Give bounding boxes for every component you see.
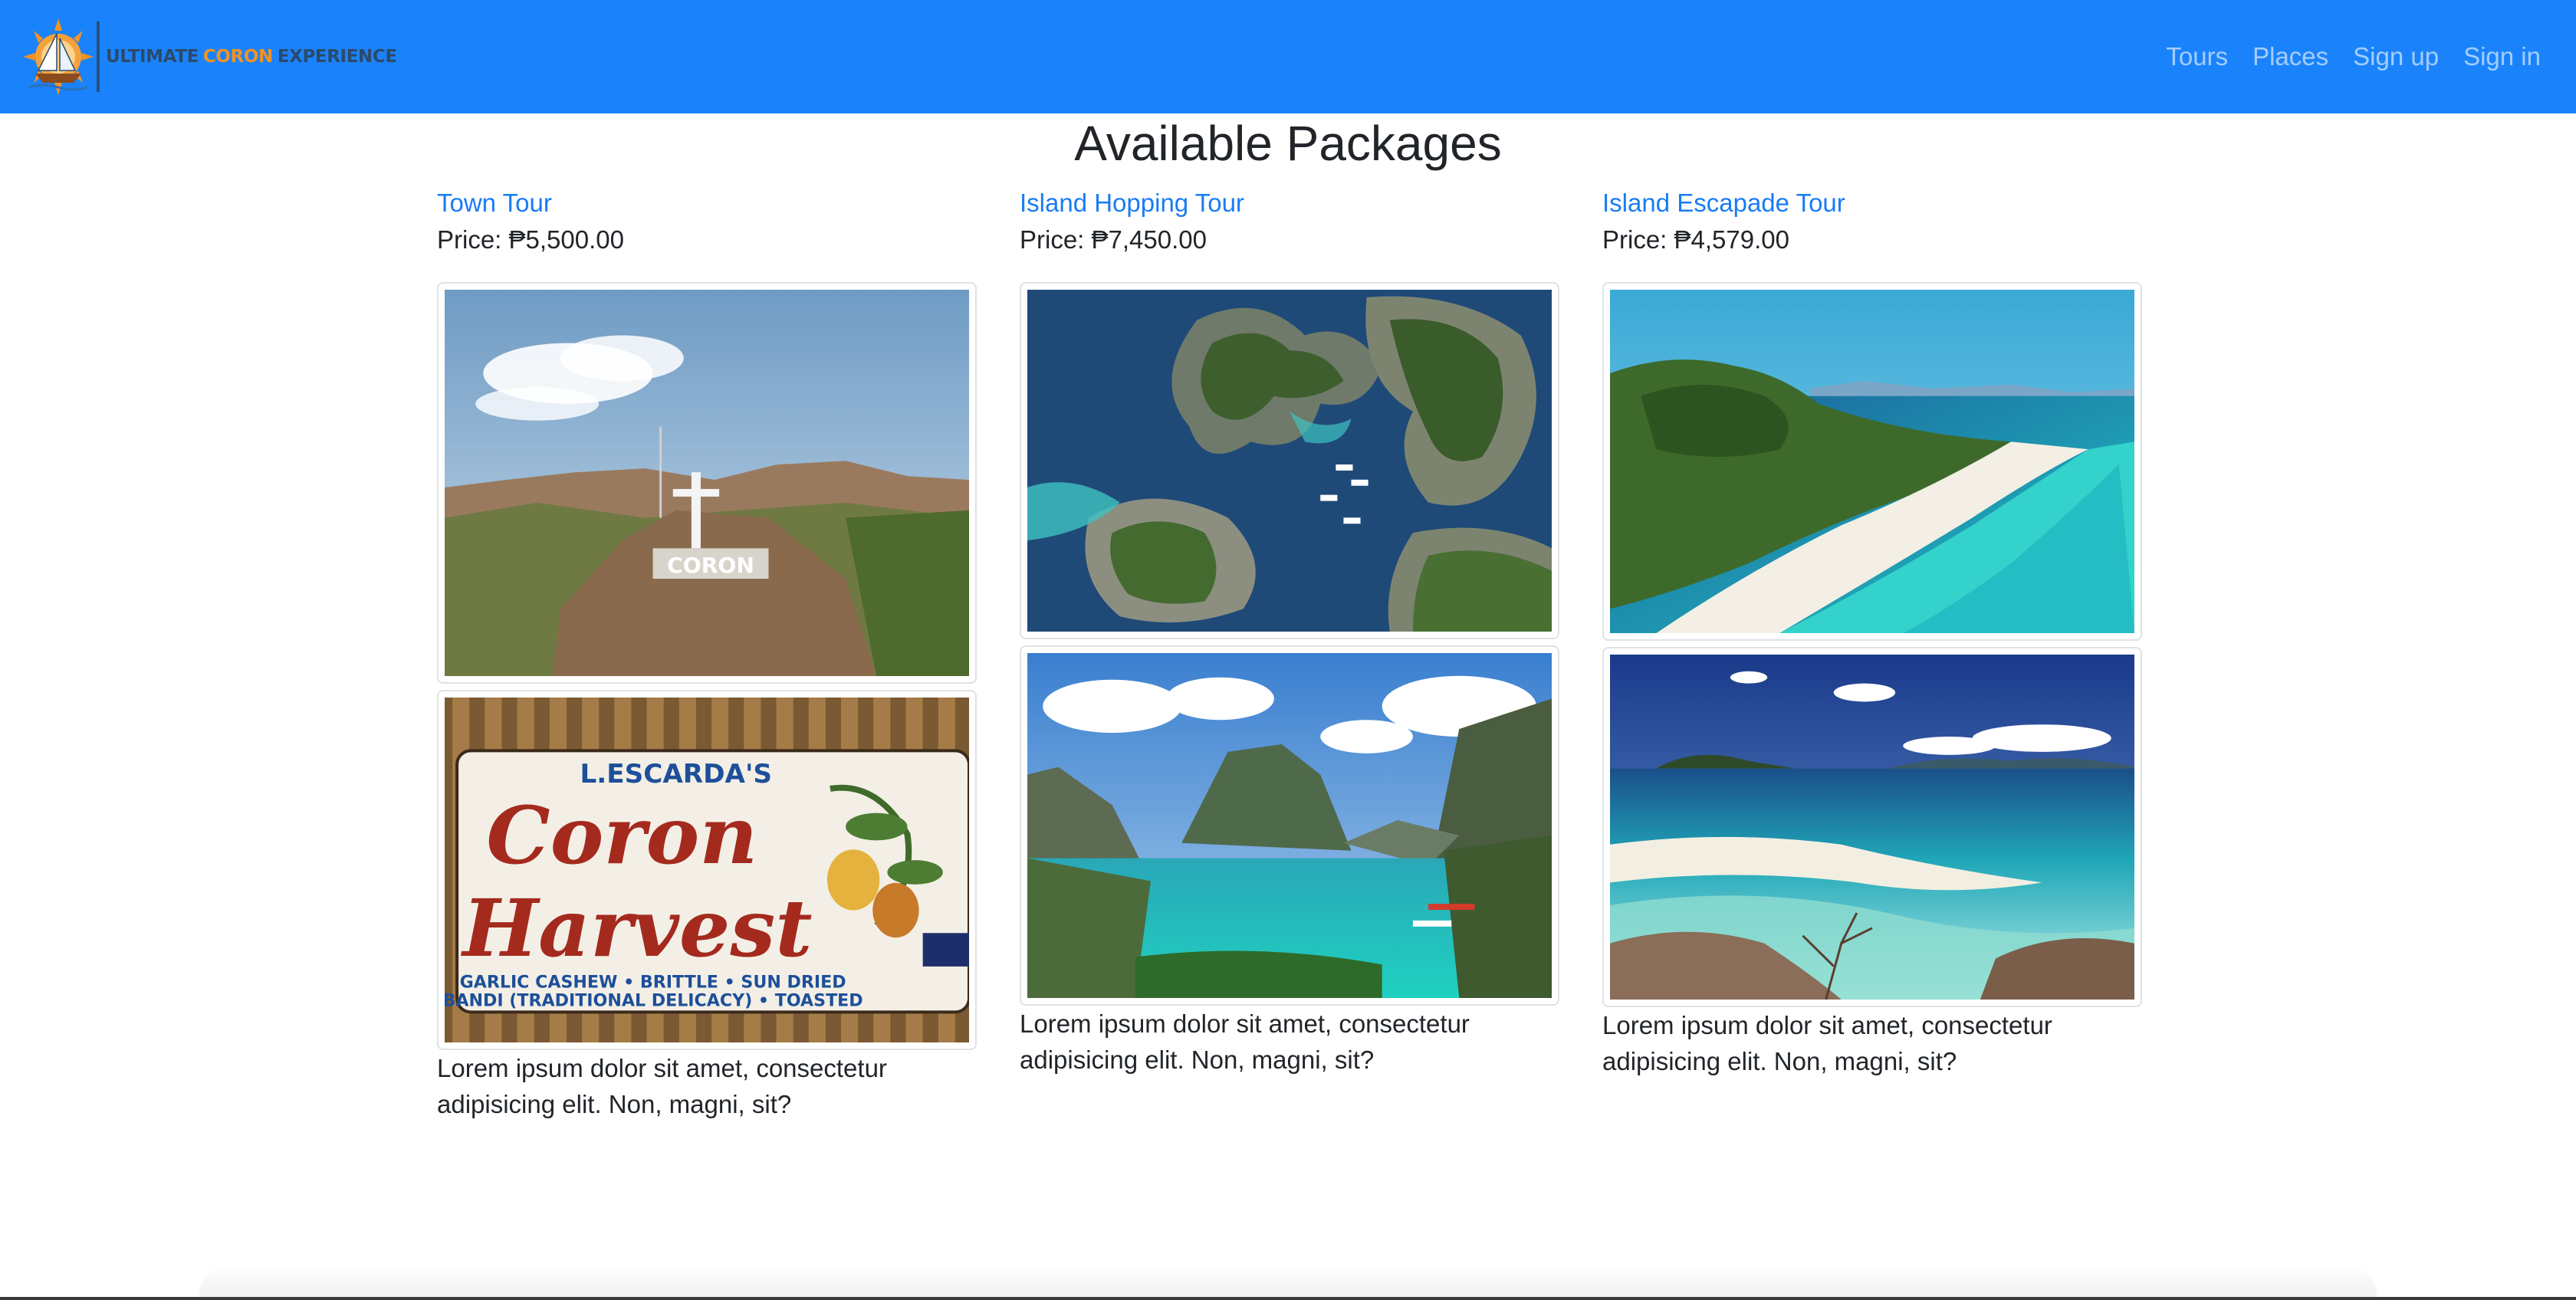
- aerial-lagoon-islands-photo-icon: [1027, 290, 1552, 632]
- navbar: ULTIMATE CORON EXPERIENCE Tours Places S…: [0, 0, 2576, 113]
- package-price: Price: ₱5,500.00: [437, 225, 624, 254]
- svg-text:CORON: CORON: [667, 553, 754, 578]
- page-title: Available Packages: [1074, 116, 1502, 171]
- nav-link-tours[interactable]: Tours: [2166, 42, 2228, 71]
- kayangan-lake-photo-icon: [1027, 653, 1552, 998]
- svg-text:GARLIC CASHEW • BRITTLE • SUN: GARLIC CASHEW • BRITTLE • SUN DRIED: [460, 973, 846, 993]
- package-description: Lorem ipsum dolor sit amet, consectetur …: [1020, 1009, 1470, 1074]
- brand-divider: [97, 21, 100, 92]
- package-image-sandbar[interactable]: [1602, 647, 2142, 1007]
- package-description: Lorem ipsum dolor sit amet, consectetur …: [437, 1054, 887, 1118]
- package-price: Price: ₱7,450.00: [1020, 225, 1207, 254]
- package-image-white-sand-beach[interactable]: [1602, 282, 2142, 641]
- sailboat-sun-logo-icon: [21, 17, 95, 97]
- package-card-island-escapade-tour: Island Escapade Tour Price: ₱4,579.00 Lo…: [1602, 187, 2142, 1075]
- nav-link-sign-in[interactable]: Sign in: [2463, 42, 2541, 71]
- package-image-coron-harvest[interactable]: L.ESCARDA'S Coron Harvest GARLIC CASHEW …: [437, 690, 977, 1050]
- package-card-town-tour: Town Tour Price: ₱5,500.00 CORON L.ESCAR…: [437, 187, 977, 1118]
- footer-shadow: [199, 1265, 2377, 1300]
- coron-harvest-sign-photo-icon: L.ESCARDA'S Coron Harvest GARLIC CASHEW …: [445, 698, 969, 1042]
- window-bottom-border: [0, 1297, 2576, 1300]
- nav-link-sign-up[interactable]: Sign up: [2353, 42, 2439, 71]
- package-image-coron-hill[interactable]: CORON: [437, 282, 977, 684]
- package-link-island-escapade-tour[interactable]: Island Escapade Tour: [1602, 187, 2142, 222]
- svg-text:Harvest: Harvest: [460, 882, 812, 975]
- sandbar-shallow-sea-photo-icon: [1610, 655, 2134, 1000]
- package-price: Price: ₱4,579.00: [1602, 225, 1789, 254]
- white-sand-beach-aerial-photo-icon: [1610, 290, 2134, 633]
- nav-link-places[interactable]: Places: [2252, 42, 2328, 71]
- package-link-island-hopping-tour[interactable]: Island Hopping Tour: [1020, 187, 1559, 222]
- svg-text:Coron: Coron: [486, 790, 757, 882]
- brand-name: ULTIMATE CORON EXPERIENCE: [106, 47, 397, 67]
- package-card-island-hopping-tour: Island Hopping Tour Price: ₱7,450.00 Lor…: [1020, 187, 1559, 1074]
- coron-hill-sign-photo-icon: CORON: [445, 290, 969, 676]
- brand-text-experience: EXPERIENCE: [277, 47, 397, 67]
- svg-text:BANDI (TRADITIONAL DELICACY) •: BANDI (TRADITIONAL DELICACY) • TOASTED: [445, 992, 863, 1011]
- brand-logo-link[interactable]: ULTIMATE CORON EXPERIENCE: [21, 15, 397, 98]
- brand-text-coron: CORON: [202, 47, 273, 67]
- nav-links: Tours Places Sign up Sign in: [2166, 0, 2541, 113]
- package-image-aerial-lagoon[interactable]: [1020, 282, 1559, 639]
- svg-text:L.ESCARDA'S: L.ESCARDA'S: [580, 759, 772, 790]
- brand-text-ultimate: ULTIMATE: [106, 47, 199, 67]
- package-description: Lorem ipsum dolor sit amet, consectetur …: [1602, 1011, 2052, 1075]
- package-image-kayangan-lake[interactable]: [1020, 645, 1559, 1006]
- package-link-town-tour[interactable]: Town Tour: [437, 187, 977, 222]
